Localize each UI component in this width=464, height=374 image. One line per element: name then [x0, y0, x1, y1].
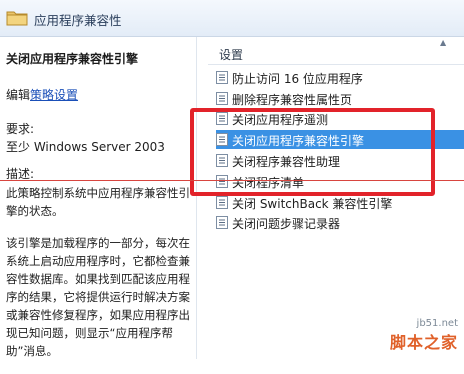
settings-item-label: 关闭问题步骤记录器 — [232, 217, 341, 231]
highlight-annotation-box — [190, 108, 435, 196]
policy-setting-icon — [216, 92, 228, 105]
requirements-value: 至少 Windows Server 2003 — [6, 140, 165, 154]
header-title: 应用程序兼容性 — [34, 13, 122, 28]
settings-list-item[interactable]: 防止访问 16 位应用程序 — [216, 68, 464, 87]
settings-item-label: 关闭 SwitchBack 兼容性引擎 — [232, 197, 393, 211]
description-text: 此策略控制系统中应用程序兼容性引擎的状态。 该引擎是加载程序的一部分，每次在系统… — [6, 184, 192, 374]
requirements-label: 要求: — [6, 122, 35, 136]
policy-title: 关闭应用程序兼容性引擎 — [6, 52, 139, 66]
settings-item-label: 防止访问 16 位应用程序 — [232, 72, 363, 86]
annotation-line — [0, 180, 464, 181]
settings-item-label: 删除程序兼容性属性页 — [232, 93, 353, 107]
policy-setting-icon — [216, 216, 228, 229]
edit-policy-link[interactable]: 策略设置 — [30, 88, 78, 102]
settings-list-item[interactable]: 关闭问题步骤记录器 — [216, 213, 464, 232]
column-header-divider — [208, 64, 464, 65]
description-paragraph-1: 此策略控制系统中应用程序兼容性引擎的状态。 — [6, 186, 190, 218]
sort-arrow-icon: ▲ — [440, 38, 447, 47]
watermark-name: 脚本之家 — [389, 333, 458, 352]
policy-setting-icon — [216, 196, 228, 209]
settings-list-item[interactable]: 删除程序兼容性属性页 — [216, 89, 464, 108]
edit-prefix: 编辑 — [6, 88, 31, 102]
window-header: 应用程序兼容性 — [0, 0, 464, 37]
watermark-url: jb51.net — [416, 318, 458, 329]
policy-setting-icon — [216, 71, 228, 84]
description-paragraph-2: 该引擎是加载程序的一部分，每次在系统上启动应用程序时，它都检查兼容性数据库。如果… — [6, 236, 190, 358]
settings-column-header[interactable]: 设置 — [219, 46, 243, 63]
watermark: jb51.net 脚本之家 — [390, 318, 458, 353]
edit-policy-row: 编辑策略设置 — [6, 86, 78, 103]
folder-icon — [6, 11, 28, 26]
